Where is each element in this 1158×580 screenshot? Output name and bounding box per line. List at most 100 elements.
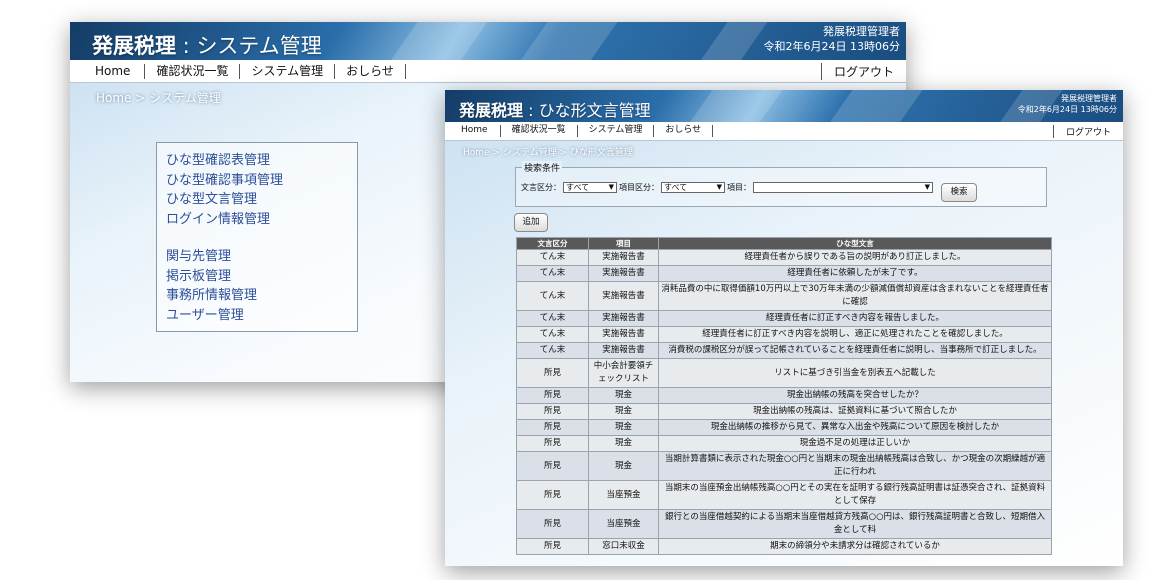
cell-doc-type: てん末 xyxy=(516,249,589,266)
table-row[interactable]: 所見 現金 現金出納帳の残高は、証拠資料に基づいて照合したか xyxy=(516,403,1052,420)
cell-doc-type: 所見 xyxy=(516,358,589,388)
template-text-table: 文言区分 項目 ひな型文言 てん末 実施報告書 経理責任者から誤りである旨の説明があ… xyxy=(516,237,1052,555)
doc-type-value: すべて xyxy=(566,183,590,192)
cell-doc-type: てん末 xyxy=(516,265,589,282)
cell-doc-type: 所見 xyxy=(516,435,589,452)
table-row[interactable]: 所見 中小会計要領チェックリスト リストに基づき引当金を別表五へ記載した xyxy=(516,358,1052,388)
cell-template-text: 経理責任者から誤りである旨の説明があり訂正しました。 xyxy=(658,249,1052,266)
menu-template-checklist[interactable]: ひな型確認表管理 xyxy=(166,151,357,171)
item-type-label: 項目区分： xyxy=(619,183,659,192)
search-button[interactable]: 検索 xyxy=(941,183,977,202)
col-template-text: ひな型文言 xyxy=(658,237,1052,250)
page-title: ひな形文言管理 xyxy=(538,101,651,120)
logout-link[interactable]: ログアウト xyxy=(1052,124,1111,138)
table-row[interactable]: てん末 実施報告書 経理責任者に依頼したが未了です。 xyxy=(516,265,1052,282)
table-row[interactable]: 所見 現金 現金出納帳の推移から見て、異常な入出金や残高について原因を検討したか xyxy=(516,419,1052,436)
cell-doc-type: てん末 xyxy=(516,281,589,311)
cell-item: 現金 xyxy=(588,387,659,404)
chevron-down-icon: ▼ xyxy=(608,183,614,191)
nav-home[interactable]: Home xyxy=(70,63,146,79)
search-legend: 検索条件 xyxy=(522,161,563,174)
app-title: 発展税理 : システム管理 xyxy=(92,34,322,58)
table-row[interactable]: 所見 現金 現金過不足の処理は正しいか xyxy=(516,435,1052,452)
cell-doc-type: 所見 xyxy=(516,480,589,510)
table-row[interactable]: てん末 実施報告書 消耗品費の中に取得価額10万円以上で30万年未満の少額減価償却資… xyxy=(516,281,1052,311)
cell-template-text: 現金出納帳の残高は、証拠資料に基づいて照合したか xyxy=(658,403,1052,420)
cell-template-text: リストに基づき引当金を別表五へ記載した xyxy=(658,358,1052,388)
cell-item: 窓口未収金 xyxy=(588,538,659,555)
logout-link[interactable]: ログアウト xyxy=(820,62,894,80)
cell-item: 実施報告書 xyxy=(588,342,659,359)
cell-item: 実施報告書 xyxy=(588,326,659,343)
col-item: 項目 xyxy=(588,237,659,250)
nav-home[interactable]: Home xyxy=(445,125,501,137)
template-text-window: 発展税理 : ひな形文言管理 発展税理管理者 令和2年6月24日 13時06分 … xyxy=(445,90,1123,566)
cell-doc-type: 所見 xyxy=(516,509,589,539)
cell-template-text: 期末の締領分や未請求分は確認されているか xyxy=(658,538,1052,555)
table-row[interactable]: てん末 実施報告書 経理責任者から誤りである旨の説明があり訂正しました。 xyxy=(516,249,1052,266)
nav-status-list[interactable]: 確認状況一覧 xyxy=(145,63,241,79)
cell-item: 当座預金 xyxy=(588,480,659,510)
cell-doc-type: てん末 xyxy=(516,310,589,327)
cell-template-text: 経理責任者に訂正すべき内容を説明し、適正に処理されたことを確認しました。 xyxy=(658,326,1052,343)
menu-office-info[interactable]: 事務所情報管理 xyxy=(166,286,357,306)
user-name: 発展税理管理者 xyxy=(1061,94,1117,103)
item-value xyxy=(756,183,768,192)
table-row[interactable]: てん末 実施報告書 経理責任者に訂正すべき内容を説明し、適正に処理されたことを確認し… xyxy=(516,326,1052,343)
app-title: 発展税理 : ひな形文言管理 xyxy=(459,101,651,120)
item-select[interactable]: ▼ xyxy=(753,182,933,193)
cell-template-text: 消費税の課税区分が誤って記帳されていることを経理責任者に説明し、当事務所で訂正し… xyxy=(658,342,1052,359)
add-button[interactable]: 追加 xyxy=(514,213,548,232)
user-info: 発展税理管理者 令和2年6月24日 13時06分 xyxy=(764,24,900,54)
menu-bulletin-board[interactable]: 掲示板管理 xyxy=(166,267,357,287)
menu-template-text[interactable]: ひな型文言管理 xyxy=(166,190,357,210)
datetime: 令和2年6月24日 13時06分 xyxy=(1017,105,1117,114)
cell-item: 現金 xyxy=(588,451,659,481)
page-title: システム管理 xyxy=(196,34,322,58)
cell-doc-type: 所見 xyxy=(516,387,589,404)
cell-doc-type: 所見 xyxy=(516,451,589,481)
cell-item: 当座預金 xyxy=(588,509,659,539)
nav-bar: Home 確認状況一覧 システム管理 おしらせ ログアウト xyxy=(70,60,906,83)
table-row[interactable]: 所見 現金 当期計算書類に表示された現金○○円と当期末の現金出納帳残高は合致し、かつ… xyxy=(516,451,1052,481)
table-row[interactable]: 所見 当座預金 銀行との当座借越契約による当期末当座借越貸方残高○○円は、銀行残高証… xyxy=(516,509,1052,539)
table-row[interactable]: 所見 現金 現金出納帳の残高を突合せしたか？ xyxy=(516,387,1052,404)
table-row[interactable]: てん末 実施報告書 経理責任者に訂正すべき内容を報告しました。 xyxy=(516,310,1052,327)
cell-item: 現金 xyxy=(588,403,659,420)
breadcrumb: Home > システム管理 > ひな形文言管理 xyxy=(463,148,633,158)
cell-template-text: 現金出納帳の残高を突合せしたか？ xyxy=(658,387,1052,404)
nav-bar: Home 確認状況一覧 システム管理 おしらせ ログアウト xyxy=(445,122,1123,141)
cell-item: 現金 xyxy=(588,419,659,436)
nav-notices[interactable]: おしらせ xyxy=(335,63,406,79)
nav-status-list[interactable]: 確認状況一覧 xyxy=(501,125,578,137)
template-text-table-wrap: 文言区分 項目 ひな型文言 てん末 実施報告書 経理責任者から誤りである旨の説明があ… xyxy=(516,237,1052,555)
nav-system-admin[interactable]: システム管理 xyxy=(240,63,336,79)
table-row[interactable]: てん末 実施報告書 消費税の課税区分が誤って記帳されていることを経理責任者に説明し、… xyxy=(516,342,1052,359)
cell-doc-type: 所見 xyxy=(516,403,589,420)
menu-login-info[interactable]: ログイン情報管理 xyxy=(166,210,357,230)
menu-clients[interactable]: 関与先管理 xyxy=(166,247,357,267)
admin-menu: ひな型確認表管理 ひな型確認事項管理 ひな型文言管理 ログイン情報管理 関与先管… xyxy=(156,142,358,332)
nav-notices[interactable]: おしらせ xyxy=(654,125,714,137)
doc-type-select[interactable]: すべて ▼ xyxy=(563,182,617,193)
search-row: 文言区分： すべて ▼ 項目区分： すべて ▼ 項目： ▼ xyxy=(521,182,935,193)
table-row[interactable]: 所見 窓口未収金 期末の締領分や未請求分は確認されているか xyxy=(516,538,1052,555)
item-type-select[interactable]: すべて ▼ xyxy=(661,182,725,193)
app-name: 発展税理 xyxy=(459,101,524,120)
cell-template-text: 経理責任者に訂正すべき内容を報告しました。 xyxy=(658,310,1052,327)
cell-template-text: 現金過不足の処理は正しいか xyxy=(658,435,1052,452)
user-info: 発展税理管理者 令和2年6月24日 13時06分 xyxy=(1018,93,1117,115)
datetime: 令和2年6月24日 13時06分 xyxy=(763,40,900,53)
menu-users[interactable]: ユーザー管理 xyxy=(166,306,357,326)
item-type-value: すべて xyxy=(664,183,688,192)
cell-item: 現金 xyxy=(588,435,659,452)
menu-template-check-items[interactable]: ひな型確認事項管理 xyxy=(166,171,357,191)
cell-doc-type: 所見 xyxy=(516,538,589,555)
chevron-down-icon: ▼ xyxy=(924,183,930,191)
table-row[interactable]: 所見 当座預金 当期末の当座預金出納帳残高○○円とその実在を証明する銀行残高証明書は… xyxy=(516,480,1052,510)
app-header: 発展税理 : システム管理 発展税理管理者 令和2年6月24日 13時06分 xyxy=(70,22,906,60)
nav-system-admin[interactable]: システム管理 xyxy=(578,125,655,137)
cell-doc-type: てん末 xyxy=(516,342,589,359)
cell-item: 実施報告書 xyxy=(588,281,659,311)
doc-type-label: 文言区分： xyxy=(521,183,561,192)
